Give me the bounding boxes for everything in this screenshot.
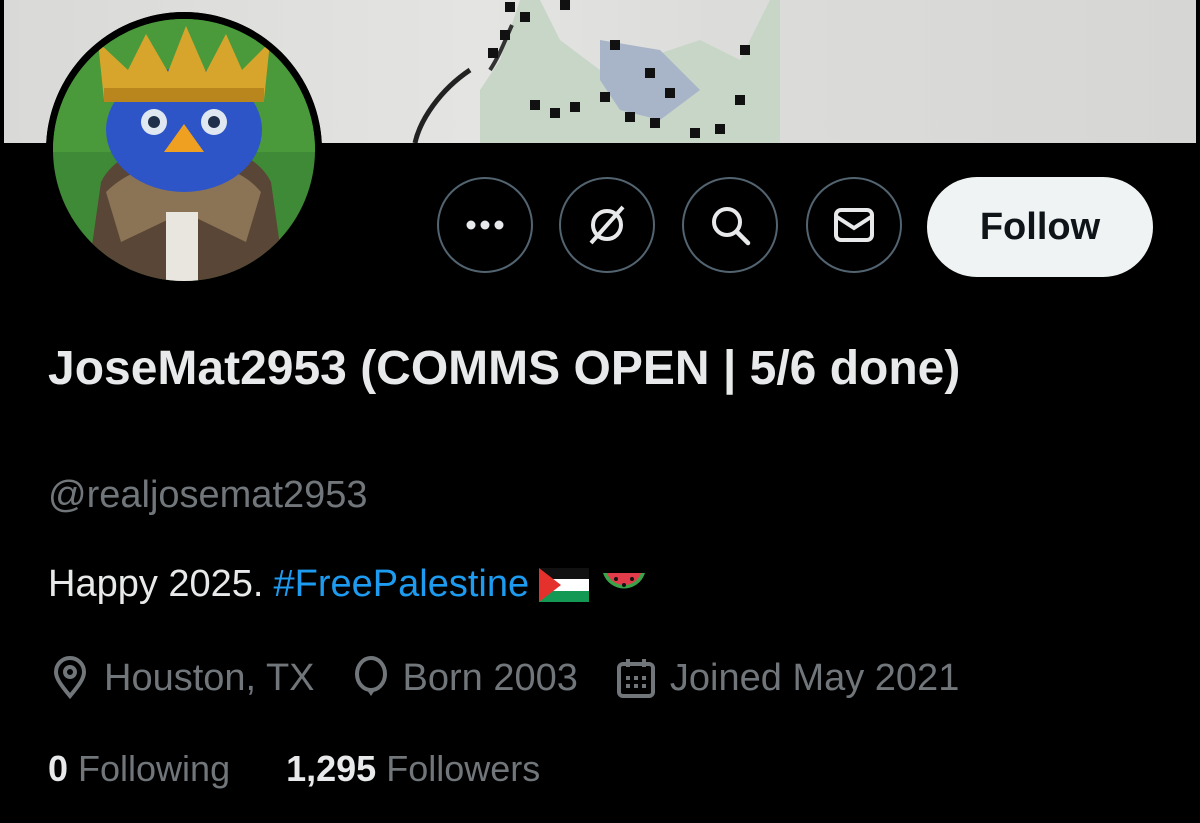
bio-hashtag-link[interactable]: #FreePalestine <box>274 563 530 606</box>
joined-text: Joined May 2021 <box>669 656 960 699</box>
balloon-icon <box>354 656 387 696</box>
watermelon-icon <box>603 572 646 588</box>
avatar[interactable] <box>46 12 322 288</box>
more-icon <box>466 220 504 230</box>
search-button[interactable] <box>682 177 778 273</box>
message-icon <box>834 208 874 242</box>
bio-text: Happy 2025. <box>48 563 264 605</box>
profile-meta: Houston, TX Born 2003 Joined May 2021 <box>48 656 995 700</box>
following-label: Following <box>78 748 231 789</box>
banner-edge <box>1196 0 1200 143</box>
handle: @realjosemat2953 <box>48 474 368 516</box>
followers-label: Followers <box>386 748 541 789</box>
more-button[interactable] <box>437 177 533 273</box>
bio: Happy 2025. #FreePalestine <box>48 563 649 606</box>
follow-stats: 0 Following 1,295 Followers <box>48 748 596 790</box>
grok-icon <box>589 205 625 245</box>
follow-button[interactable]: Follow <box>927 177 1153 277</box>
followers-count: 1,295 <box>286 748 377 789</box>
following-count: 0 <box>48 748 69 789</box>
following-link[interactable]: 0 Following <box>48 748 230 790</box>
location-item: Houston, TX <box>48 656 315 700</box>
location-pin-icon <box>53 656 87 700</box>
message-button[interactable] <box>806 177 902 273</box>
birth-text: Born 2003 <box>402 656 578 699</box>
grok-button[interactable] <box>559 177 655 273</box>
search-icon <box>712 207 751 246</box>
joined-item: Joined May 2021 <box>614 656 959 700</box>
location-text: Houston, TX <box>104 656 315 699</box>
calendar-icon <box>616 659 655 698</box>
palestine-flag-icon <box>539 567 590 602</box>
birth-item: Born 2003 <box>351 656 578 700</box>
followers-link[interactable]: 1,295 Followers <box>286 748 540 790</box>
display-name: JoseMat2953 (COMMS OPEN | 5/6 done) <box>48 342 961 395</box>
